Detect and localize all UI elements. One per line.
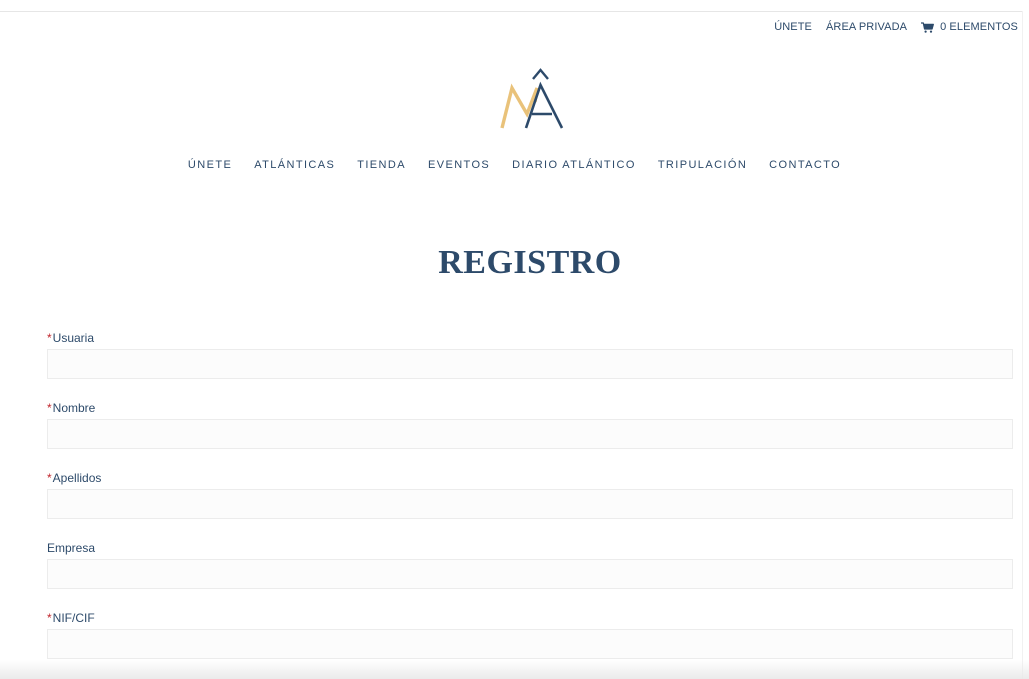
nif-cif-input[interactable] xyxy=(47,629,1013,659)
nombre-input[interactable] xyxy=(47,419,1013,449)
utility-join-link[interactable]: ÚNETE xyxy=(774,21,812,33)
form-group-nif-cif: *NIF/CIF xyxy=(47,610,1013,659)
field-label-apellidos: *Apellidos xyxy=(47,470,1013,486)
field-label-nombre: *Nombre xyxy=(47,400,1013,416)
top-divider xyxy=(0,11,1022,12)
nav-item-tripulacion[interactable]: TRIPULACIÓN xyxy=(658,158,747,172)
utility-nav: ÚNETE ÁREA PRIVADA 0 ELEMENTOS xyxy=(774,20,1018,34)
form-group-apellidos: *Apellidos xyxy=(47,470,1013,519)
form-group-usuaria: *Usuaria xyxy=(47,330,1013,379)
field-label-empresa: Empresa xyxy=(47,541,96,555)
page-edge-divider xyxy=(1022,11,1023,679)
field-label-text: NIF/CIF xyxy=(52,611,95,625)
field-label-text: Usuaria xyxy=(52,331,95,345)
required-marker: * xyxy=(47,401,52,415)
registration-page: ÚNETE ÁREA PRIVADA 0 ELEMENTOS ÚNETE ATL… xyxy=(0,0,1029,679)
shopping-cart-icon xyxy=(921,21,935,33)
nav-item-unete[interactable]: ÚNETE xyxy=(188,158,232,172)
field-label-text: Nombre xyxy=(52,401,96,415)
nav-item-atlanticas[interactable]: ATLÁNTICAS xyxy=(254,158,335,172)
usuaria-input[interactable] xyxy=(47,349,1013,379)
viewport-bottom-shadow xyxy=(0,660,1029,679)
nav-item-diario-atlantico[interactable]: DIARIO ATLÁNTICO xyxy=(512,158,636,172)
empresa-input[interactable] xyxy=(47,559,1013,589)
nav-item-eventos[interactable]: EVENTOS xyxy=(428,158,490,172)
cart-link[interactable]: 0 ELEMENTOS xyxy=(921,21,1018,33)
required-marker: * xyxy=(47,331,52,345)
required-marker: * xyxy=(47,611,52,625)
nav-item-contacto[interactable]: CONTACTO xyxy=(769,158,841,172)
utility-private-area-link[interactable]: ÁREA PRIVADA xyxy=(826,21,907,33)
page-title: REGISTRO xyxy=(438,244,622,281)
field-label-text: Apellidos xyxy=(52,471,102,485)
field-label-usuaria: *Usuaria xyxy=(47,330,1013,346)
form-group-empresa: Empresa xyxy=(47,540,1013,589)
apellidos-input[interactable] xyxy=(47,489,1013,519)
brand-logo[interactable] xyxy=(499,66,565,130)
required-marker: * xyxy=(47,471,52,485)
form-group-nombre: *Nombre xyxy=(47,400,1013,449)
nav-item-tienda[interactable]: TIENDA xyxy=(357,158,406,172)
field-label-nif-cif: *NIF/CIF xyxy=(47,610,1013,626)
main-nav: ÚNETE ATLÁNTICAS TIENDA EVENTOS DIARIO A… xyxy=(0,158,1029,172)
cart-count-label: 0 ELEMENTOS xyxy=(940,21,1018,33)
